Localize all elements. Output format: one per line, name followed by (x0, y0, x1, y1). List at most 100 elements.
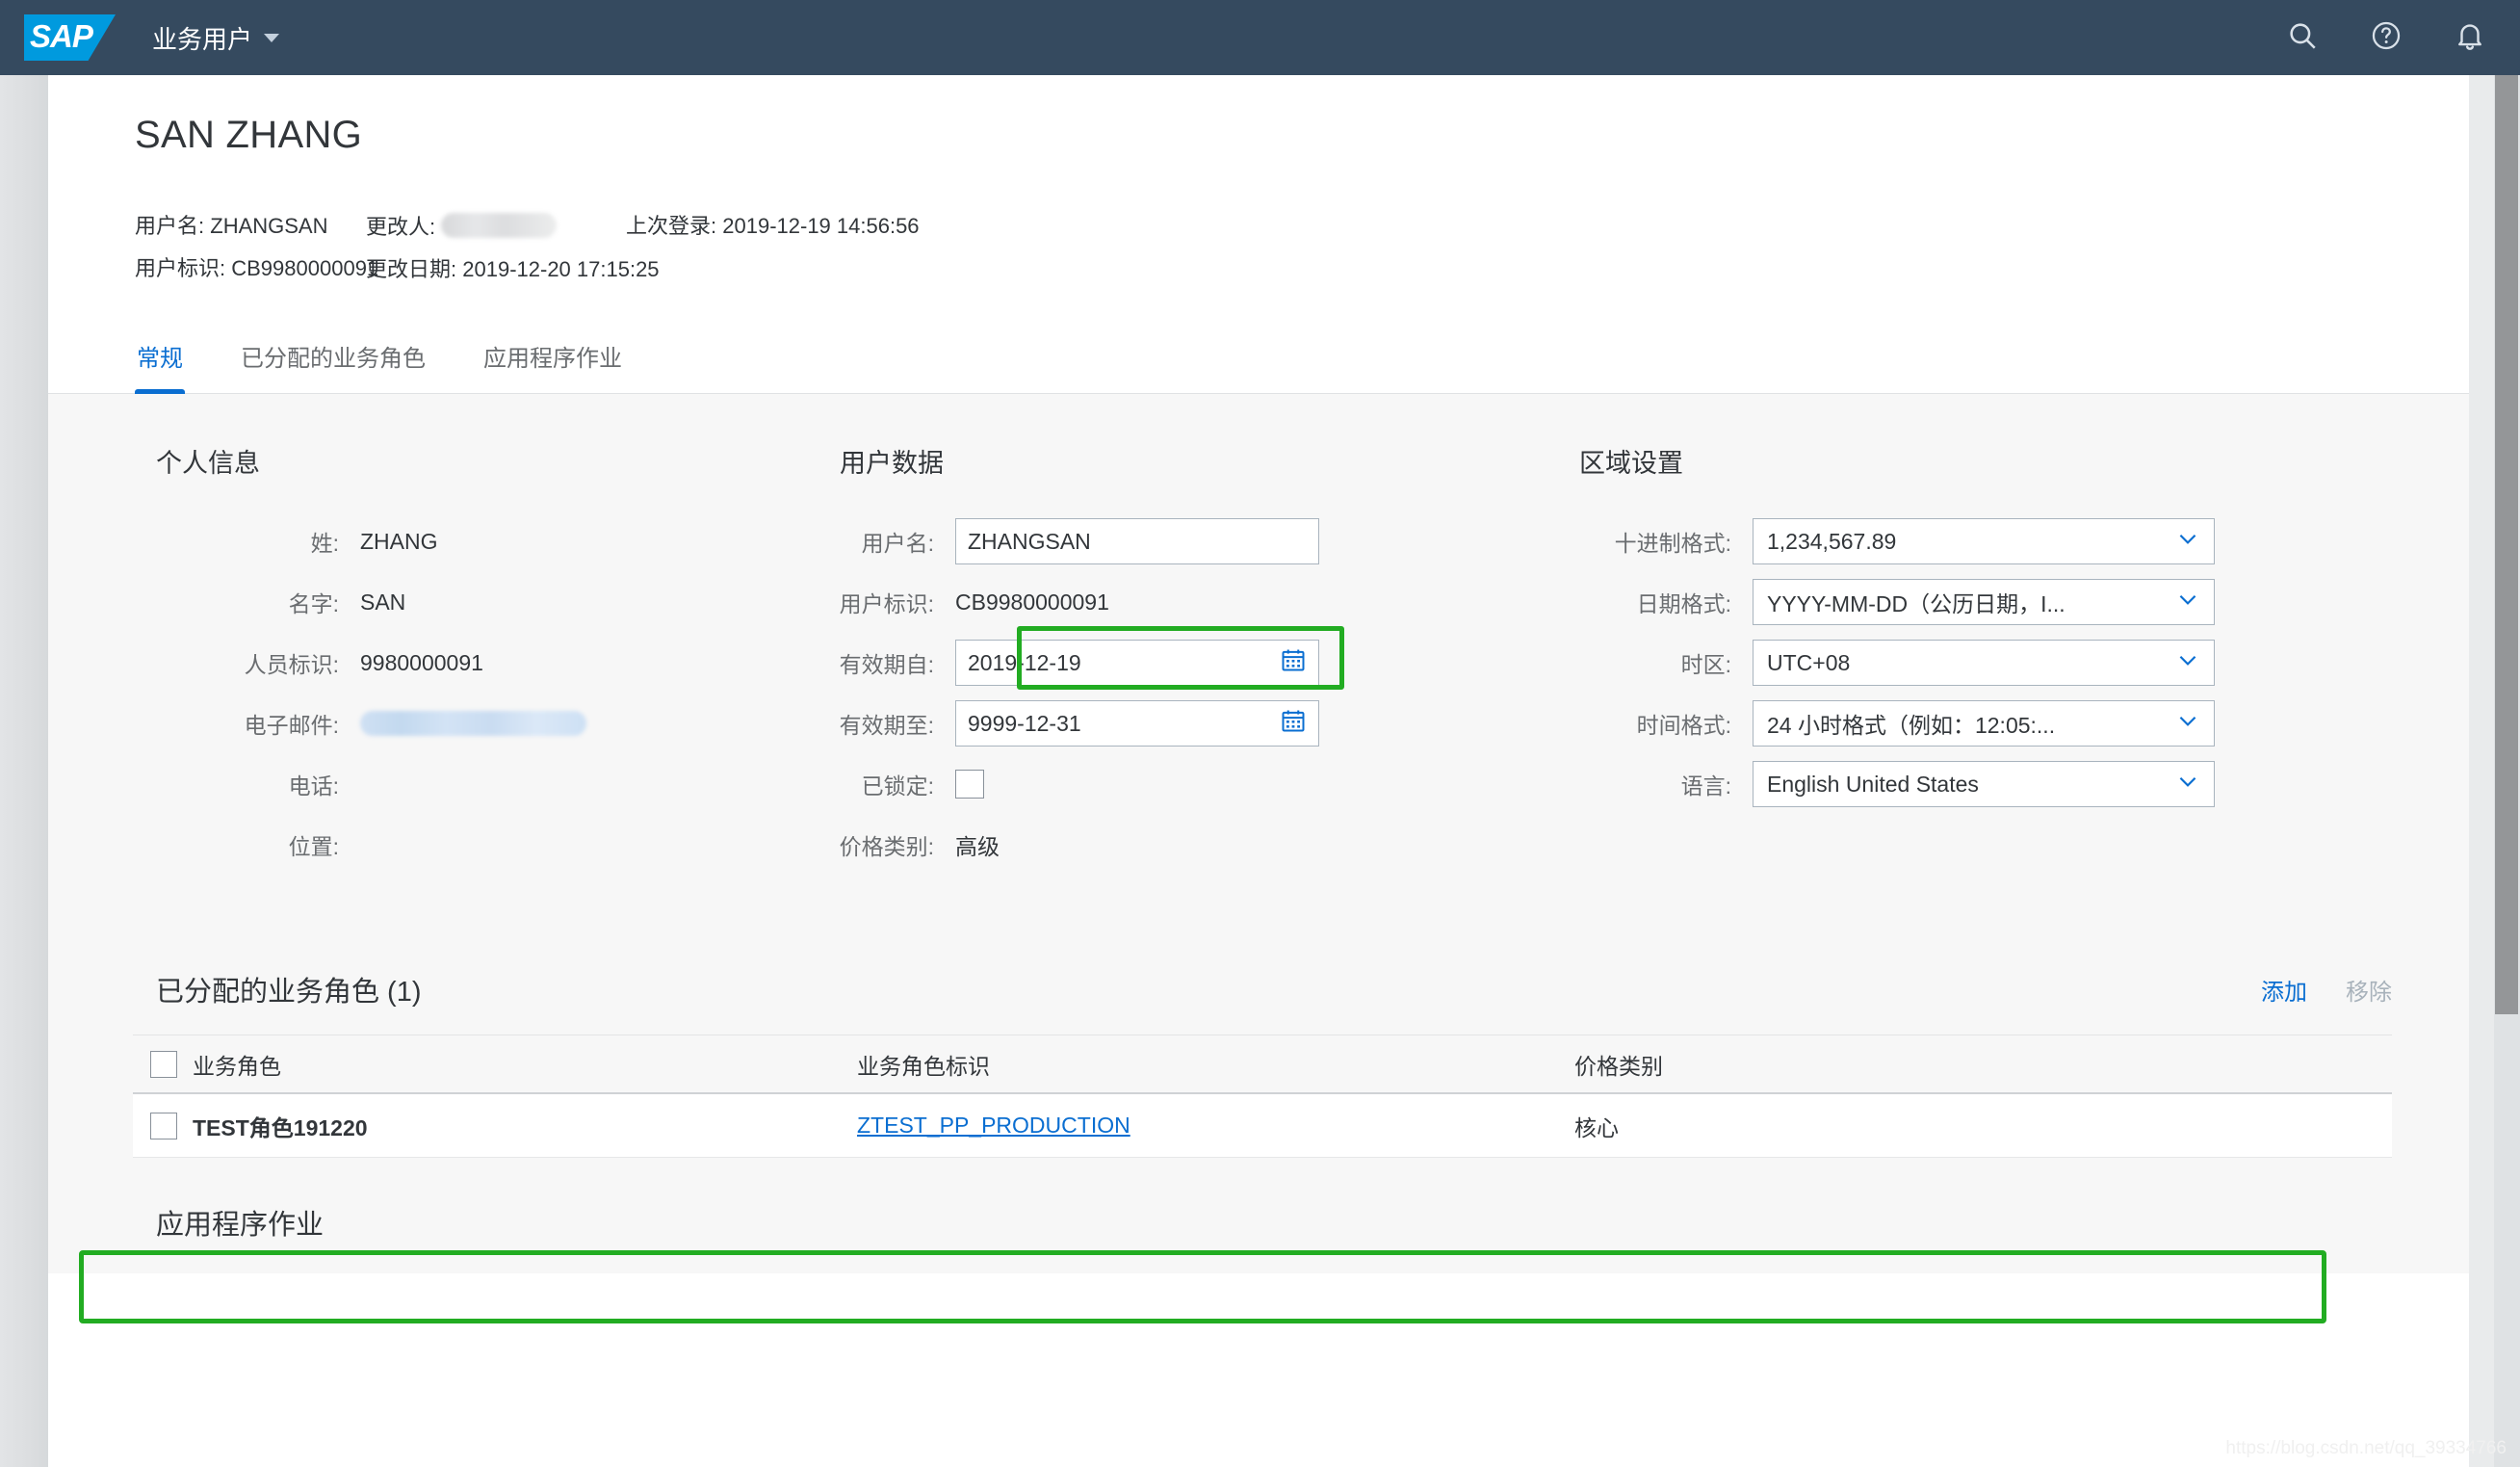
meta-last-login: 上次登录: 2019-12-19 14:56:56 (626, 213, 1107, 240)
field-email-value (339, 710, 586, 737)
timezone-select[interactable]: UTC+08 (1753, 640, 2215, 686)
field-email: 电子邮件: (156, 700, 818, 747)
meta-username: 用户名: ZHANGSAN (135, 213, 366, 240)
field-valid-to: 有效期至: 9999-12-31 (818, 700, 1579, 747)
redacted-value (441, 213, 558, 238)
meta-column-2: 更改人: 更改日期: 2019-12-20 17:15:25 (366, 213, 660, 283)
assigned-roles-actions: 添加 移除 (2261, 973, 2392, 1009)
field-timezone: 时区: UTC+08 (1579, 640, 2407, 686)
valid-to-input[interactable]: 9999-12-31 (955, 700, 1319, 747)
sap-logo[interactable]: SAP (24, 14, 116, 61)
field-location: 位置: (156, 822, 818, 868)
object-page-header: SAN ZHANG 用户名: ZHANGSAN 用户标识: CB99800000… (48, 75, 2469, 394)
select-all-checkbox-cell (133, 1050, 193, 1078)
tab-application-jobs[interactable]: 应用程序作业 (481, 333, 624, 394)
cell-role-name: TEST角色191220 (193, 1114, 368, 1140)
meta-changed-by: 更改人: (366, 213, 626, 241)
app-title-menu[interactable]: 业务用户 (152, 20, 280, 56)
table-row[interactable]: TEST角色191220 ZTEST_PP_PRODUCTION 核心 (133, 1094, 2392, 1158)
remove-role-button: 移除 (2346, 980, 2392, 1006)
field-language: 语言: English United States (1579, 761, 2407, 807)
username-input-value: ZHANGSAN (968, 528, 1091, 554)
field-user-id: 用户标识: CB9980000091 (818, 579, 1579, 625)
calendar-icon[interactable] (1280, 707, 1307, 740)
meta-changed-on-label: 更改日期: (366, 257, 457, 281)
cell-role-id: ZTEST_PP_PRODUCTION (857, 1113, 1574, 1139)
field-date-format-label: 日期格式: (1636, 591, 1731, 616)
date-format-value: YYYY-MM-DD（公历日期，I... (1767, 591, 2065, 616)
chevron-down-icon (2175, 769, 2200, 799)
meta-last-login-value: 2019-12-19 14:56:56 (722, 214, 920, 238)
field-first-name-value: SAN (360, 589, 406, 615)
field-user-id-value: CB9980000091 (955, 589, 1109, 615)
row-checkbox-cell (133, 1112, 193, 1140)
field-timezone-label: 时区: (1680, 652, 1731, 677)
application-jobs-section: 应用程序作业 (48, 1158, 2469, 1273)
bell-icon[interactable] (2454, 19, 2486, 57)
field-username-label: 用户名: (861, 531, 934, 556)
language-value: English United States (1767, 771, 1979, 797)
username-input[interactable]: ZHANGSAN (955, 518, 1319, 564)
role-id-link[interactable]: ZTEST_PP_PRODUCTION (857, 1113, 1130, 1138)
meta-column-1: 用户名: ZHANGSAN 用户标识: CB9980000091 (135, 213, 378, 283)
assigned-roles-section: 已分配的业务角色 (1) 添加 移除 业务角色 业务角色标识 价格类别 TEST… (48, 932, 2469, 1158)
shell-header: SAP 业务用户 (0, 0, 2520, 75)
column-header-role[interactable]: 业务角色 (193, 1048, 857, 1081)
field-person-id-label: 人员标识: (244, 652, 339, 677)
meta-username-label: 用户名: (135, 214, 205, 238)
redacted-email-bar (360, 710, 586, 736)
assigned-roles-table: 业务角色 业务角色标识 价格类别 TEST角色191220 ZTEST_PP_P… (133, 1035, 2392, 1158)
date-format-select[interactable]: YYYY-MM-DD（公历日期，I... (1753, 579, 2215, 625)
search-icon[interactable] (2286, 19, 2319, 57)
tab-general[interactable]: 常规 (135, 333, 185, 394)
meta-username-value: ZHANGSAN (210, 214, 328, 238)
select-all-checkbox[interactable] (150, 1050, 177, 1078)
field-valid-from-label: 有效期自: (839, 652, 934, 677)
tab-assigned-roles-label: 已分配的业务角色 (241, 346, 426, 372)
field-locked-label: 已锁定: (861, 773, 934, 799)
field-last-name: 姓: ZHANG (156, 518, 818, 564)
row-checkbox[interactable] (150, 1112, 177, 1140)
calendar-icon[interactable] (1280, 646, 1307, 679)
language-select[interactable]: English United States (1753, 761, 2215, 807)
page-body: SAN ZHANG 用户名: ZHANGSAN 用户标识: CB99800000… (0, 75, 2520, 1467)
valid-from-input-value: 2019-12-19 (968, 649, 1081, 675)
add-role-button[interactable]: 添加 (2261, 973, 2307, 1007)
chevron-down-icon (2175, 647, 2200, 678)
shell-actions (2286, 19, 2486, 57)
locked-checkbox[interactable] (955, 770, 984, 799)
column-header-price-category[interactable]: 价格类别 (1574, 1048, 2392, 1081)
general-form-section: 个人信息 姓: ZHANG 名字: SAN 人员标识: 9980000091 电… (48, 394, 2469, 932)
app-title-label: 业务用户 (152, 24, 253, 54)
tab-general-label: 常规 (137, 346, 183, 372)
tab-bar: 常规 已分配的业务角色 应用程序作业 (48, 333, 2469, 394)
field-price-category: 价格类别: 高级 (818, 822, 1579, 868)
field-last-name-value: ZHANG (360, 528, 438, 554)
field-location-label: 位置: (288, 834, 339, 859)
field-valid-from: 有效期自: 2019-12-19 (818, 640, 1579, 686)
meta-userid-label: 用户标识: (135, 256, 226, 280)
personal-info-group: 个人信息 姓: ZHANG 名字: SAN 人员标识: 9980000091 电… (48, 442, 818, 882)
field-person-id: 人员标识: 9980000091 (156, 640, 818, 686)
field-locked: 已锁定: (818, 761, 1579, 807)
time-format-value: 24 小时格式（例如：12:05:... (1767, 713, 2056, 738)
assigned-roles-header: 已分配的业务角色 (1) 添加 移除 (48, 932, 2469, 1035)
tab-assigned-roles[interactable]: 已分配的业务角色 (239, 333, 428, 394)
vertical-scrollbar[interactable] (2494, 75, 2520, 1467)
scrollbar-thumb[interactable] (2495, 75, 2518, 1014)
timezone-value: UTC+08 (1767, 649, 1851, 675)
user-data-title: 用户数据 (840, 449, 944, 478)
application-jobs-title: 应用程序作业 (156, 1210, 325, 1241)
personal-info-title: 个人信息 (156, 449, 260, 478)
page-title: SAN ZHANG (135, 114, 363, 156)
help-icon[interactable] (2370, 19, 2403, 57)
field-time-format-label: 时间格式: (1636, 713, 1731, 738)
valid-from-input[interactable]: 2019-12-19 (955, 640, 1319, 686)
column-header-role-id[interactable]: 业务角色标识 (857, 1048, 1574, 1081)
field-last-name-label: 姓: (310, 531, 339, 556)
field-first-name: 名字: SAN (156, 579, 818, 625)
decimal-format-select[interactable]: 1,234,567.89 (1753, 518, 2215, 564)
field-price-category-label: 价格类别: (839, 834, 934, 859)
field-username: 用户名: ZHANGSAN (818, 518, 1579, 564)
time-format-select[interactable]: 24 小时格式（例如：12:05:... (1753, 700, 2215, 747)
